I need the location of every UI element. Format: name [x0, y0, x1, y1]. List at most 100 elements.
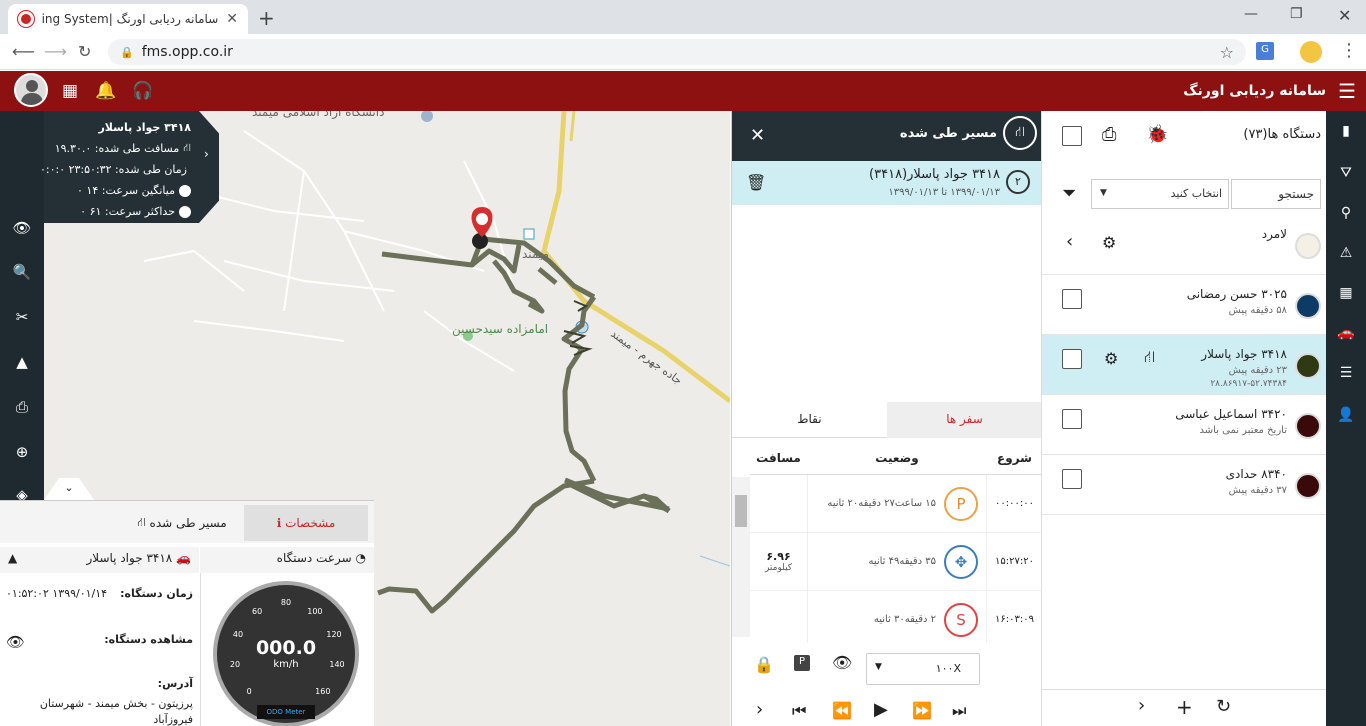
zoom-search-icon[interactable]: 🔍	[0, 263, 44, 281]
browser-menu-icon[interactable]: ⋮	[1340, 40, 1358, 61]
address-bar[interactable]: 🔒 fms.opp.co.ir ☆	[108, 39, 1246, 65]
emoji-extension-icon[interactable]	[1300, 41, 1322, 63]
print-icon[interactable]: ⎙	[0, 398, 44, 416]
row-status: P ۱۵ ساعت۲۷ دقیقه۲۰ ثانیه	[807, 475, 987, 532]
minimize-button[interactable]: —	[1244, 6, 1258, 22]
device-name: ۸۳۴۰ حدادی	[1225, 467, 1287, 481]
chevron-left-icon[interactable]: ‹	[1066, 231, 1073, 252]
table-row[interactable]: ۱۶:۰۳:۰۹ S۲ دقیقه۳۰ ثانیه	[750, 591, 1042, 649]
selected-route-item[interactable]: ۲ ۳۴۱۸ جواد پاسلار(۳۴۱۸) ۱۳۹۹/۰۱/۱۳ تا ۱…	[732, 161, 1042, 205]
close-route-panel-button[interactable]: ✕	[750, 125, 765, 146]
support-headset-icon[interactable]: 🎧	[132, 81, 153, 101]
warning-icon[interactable]: ⚠	[1326, 245, 1366, 261]
add-icon[interactable]: +	[1176, 695, 1193, 719]
location-pin-icon[interactable]: ⚲	[1326, 205, 1366, 221]
print-icon[interactable]: ⎙	[1102, 124, 1116, 145]
speedometer-icon	[179, 184, 191, 197]
browser-tab[interactable]: سامانه ردیابی اورنگ |king System ✕	[8, 4, 248, 34]
calendar-icon[interactable]: ▦	[1326, 285, 1366, 301]
route-polyline	[377, 228, 671, 614]
user-avatar[interactable]	[14, 73, 48, 107]
hamburger-menu-icon[interactable]: ☰	[1338, 79, 1356, 103]
bug-icon[interactable]: 🐞	[1146, 124, 1168, 145]
route-summary-panel: ۳۴۱۸ جواد پاسلار ⛙ مسافت طی شده: ۱۹.۳۰.۰ …	[40, 111, 199, 223]
skip-forward-icon[interactable]: ⏭	[952, 701, 966, 721]
route-panel-title: مسیر طی شده	[899, 126, 997, 141]
road-icon[interactable]: ⛛	[1326, 165, 1366, 181]
device-checkbox[interactable]	[1062, 469, 1082, 489]
translate-extension-icon[interactable]: G	[1256, 42, 1274, 60]
device-select[interactable]: انتخاب کنید ▼	[1091, 179, 1229, 209]
gear-icon[interactable]: ⚙	[1104, 349, 1118, 368]
device-time-row: زمان دستگاه: ۱۳۹۹/۰۱/۱۴ ۰۱:۵۲:۰۲	[6, 587, 193, 600]
route-vehicle-name: ۳۴۱۸ جواد پاسلار(۳۴۱۸)	[869, 167, 1000, 182]
device-checkbox[interactable]	[1062, 289, 1082, 309]
device-row[interactable]: ۳۰۲۵ حسن رمضانی ۵۸ دقیقه پیش	[1042, 275, 1327, 335]
vehicle-marker-icon[interactable]	[471, 207, 493, 249]
tab-specs[interactable]: مشخصات ℹ	[244, 505, 368, 541]
new-tab-button[interactable]: +	[258, 6, 275, 30]
device-row-selected[interactable]: ۳۴۱۸ جواد پاسلار ۲۳ دقیقه پیش ۲۸.۸۶۹۱۷-۵…	[1042, 335, 1327, 395]
view-eye-icon[interactable]: 👁	[6, 633, 25, 651]
zoom-in-icon[interactable]: ⊕	[0, 443, 44, 461]
tab-points[interactable]: نقاط	[732, 402, 887, 438]
close-tab-icon[interactable]: ✕	[226, 11, 238, 27]
user-icon[interactable]: 👤	[1326, 407, 1366, 423]
reload-button[interactable]: ↻	[78, 42, 91, 61]
group-name: لامرد	[1261, 227, 1287, 241]
map-book-icon[interactable]: ▮	[1326, 123, 1366, 139]
route-icon[interactable]: ⛙	[1144, 347, 1155, 368]
filter-funnel-icon[interactable]: ⏷	[1062, 183, 1076, 204]
tools-icon[interactable]: ✂	[0, 308, 44, 326]
search-input[interactable]: جستجو	[1231, 179, 1321, 209]
device-info-panel: مشخصات ℹ مسیر طی شده ⛙ 🚗 ۳۴۱۸ جواد پاسلا…	[0, 500, 374, 726]
view-eye-icon[interactable]: 👁	[832, 653, 852, 672]
row-start: ۱۵:۲۷:۲۰	[995, 556, 1034, 567]
device-row[interactable]: ۸۳۴۰ حدادی ۳۷ دقیقه پیش	[1042, 455, 1327, 515]
select-all-checkbox[interactable]	[1062, 126, 1082, 146]
apps-grid-icon[interactable]: ▦	[62, 81, 78, 101]
row-start: ۱۶:۰۳:۰۹	[995, 614, 1034, 625]
chevron-right-icon[interactable]: ›	[1138, 695, 1145, 716]
device-count-title: دستگاه ها(۷۳)	[1243, 127, 1321, 142]
refresh-icon[interactable]: ↻	[1216, 696, 1231, 717]
device-color-dot	[1295, 353, 1321, 379]
river-line	[699, 555, 730, 567]
group-row[interactable]: لامرد ⚙ ‹	[1042, 215, 1327, 275]
maximize-button[interactable]: ❐	[1290, 6, 1303, 22]
lock-icon[interactable]: 🔒	[754, 655, 774, 674]
list-icon[interactable]: ☰	[1326, 365, 1366, 381]
tab-title: سامانه ردیابی اورنگ |king System	[42, 12, 219, 26]
bookmark-star-icon[interactable]: ☆	[1220, 43, 1234, 62]
shapes-icon[interactable]: ▲	[0, 353, 44, 371]
forward-button[interactable]: ⟶	[44, 42, 67, 61]
gear-icon[interactable]: ⚙	[1102, 233, 1116, 252]
fast-forward-icon[interactable]: ⏩	[912, 701, 932, 720]
device-checkbox[interactable]	[1062, 349, 1082, 369]
move-badge-icon: ✥	[944, 544, 978, 579]
trash-icon[interactable]: 🗑	[746, 173, 766, 192]
notification-bell-icon[interactable]: 🔔	[95, 81, 116, 101]
tab-trips[interactable]: سفر ها	[887, 402, 1042, 438]
play-icon[interactable]: ▶	[874, 699, 888, 720]
app-header: ▦ 🔔 🎧 سامانه ردیابی اورنگ ☰	[0, 71, 1366, 111]
chevron-right-icon[interactable]: ›	[756, 699, 763, 720]
close-window-button[interactable]: ✕	[1338, 6, 1351, 25]
tab-route[interactable]: مسیر طی شده ⛙	[120, 505, 244, 541]
trips-table: شروع وضعیت مسافت ۰۰:۰۰:۰۰ P ۱۵ ساعت۲۷ دقی…	[732, 441, 1042, 649]
device-checkbox[interactable]	[1062, 409, 1082, 429]
skip-back-icon[interactable]: ⏮	[792, 701, 806, 721]
rewind-icon[interactable]: ⏪	[832, 701, 852, 720]
parking-toggle-icon[interactable]: P	[794, 655, 810, 671]
device-row[interactable]: ۳۴۲۰ اسماعیل عباسی تاریخ معتبر نمی باشد	[1042, 395, 1327, 455]
device-filter-bar: جستجو انتخاب کنید ▼ ⏷	[1042, 171, 1327, 215]
device-coordinates: ۲۸.۸۶۹۱۷-۵۲.۷۴۳۸۴	[1210, 379, 1287, 389]
car-icon[interactable]: 🚗	[1326, 325, 1366, 341]
playback-speed-select[interactable]: ۱۰۰X ▼	[866, 653, 980, 685]
device-panel-header: دستگاه ها(۷۳) 🐞 ⎙	[1042, 111, 1327, 161]
table-row[interactable]: ۱۵:۲۷:۲۰ ✥ ۳۵ دقیقه۴۹ ثانیه ۶.۹۶ کیلومتر	[750, 533, 1042, 591]
row-status: ✥ ۳۵ دقیقه۴۹ ثانیه	[807, 533, 987, 590]
table-row[interactable]: ۰۰:۰۰:۰۰ P ۱۵ ساعت۲۷ دقیقه۲۰ ثانیه	[750, 475, 1042, 533]
visibility-eye-icon[interactable]: 👁	[0, 219, 44, 237]
back-button[interactable]: ⟵	[12, 42, 35, 61]
